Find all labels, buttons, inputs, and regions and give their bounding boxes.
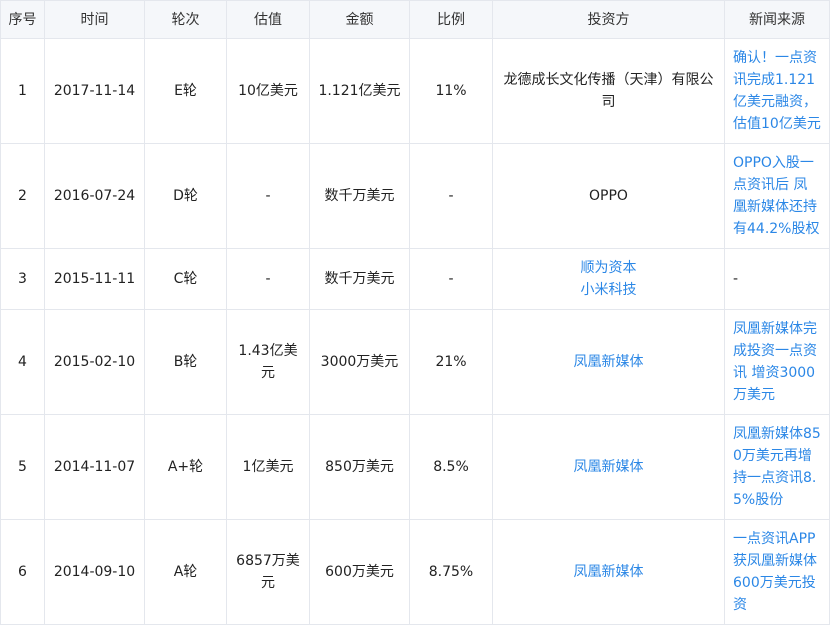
cell-date: 2015-02-10 (44, 309, 145, 415)
cell-amount: 1.121亿美元 (309, 38, 410, 144)
cell-index: 3 (0, 248, 45, 310)
cell-ratio: 11% (409, 38, 493, 144)
col-header-index: 序号 (0, 0, 45, 39)
cell-news: 凤凰新媒体850万美元再增持一点资讯8.5%股份 (724, 414, 830, 520)
cell-valuation: - (226, 248, 310, 310)
cell-valuation: 10亿美元 (226, 38, 310, 144)
cell-index: 4 (0, 309, 45, 415)
col-header-valuation: 估值 (226, 0, 310, 39)
cell-round: C轮 (144, 248, 227, 310)
cell-date: 2016-07-24 (44, 143, 145, 249)
cell-ratio: 21% (409, 309, 493, 415)
cell-index: 5 (0, 414, 45, 520)
investor-link[interactable]: 凤凰新媒体 (500, 561, 717, 583)
cell-amount: 3000万美元 (309, 309, 410, 415)
col-header-amount: 金额 (309, 0, 410, 39)
cell-valuation: 6857万美元 (226, 519, 310, 625)
cell-index: 1 (0, 38, 45, 144)
cell-date: 2014-11-07 (44, 414, 145, 520)
cell-valuation: - (226, 143, 310, 249)
table-row: 2 2016-07-24 D轮 - 数千万美元 - OPPO OPPO入股一点资… (0, 143, 830, 249)
cell-news: - (724, 248, 830, 310)
cell-ratio: - (409, 143, 493, 249)
col-header-news: 新闻来源 (724, 0, 830, 39)
table-header-row: 序号 时间 轮次 估值 金额 比例 投资方 新闻来源 (0, 0, 830, 39)
table-row: 1 2017-11-14 E轮 10亿美元 1.121亿美元 11% 龙德成长文… (0, 38, 830, 144)
table-row: 4 2015-02-10 B轮 1.43亿美元 3000万美元 21% 凤凰新媒… (0, 309, 830, 415)
cell-news: OPPO入股一点资讯后 凤凰新媒体还持有44.2%股权 (724, 143, 830, 249)
funding-table: 序号 时间 轮次 估值 金额 比例 投资方 新闻来源 1 2017-11-14 … (0, 0, 830, 625)
table-body: 1 2017-11-14 E轮 10亿美元 1.121亿美元 11% 龙德成长文… (0, 38, 830, 625)
cell-news: 一点资讯APP获凤凰新媒体600万美元投资 (724, 519, 830, 625)
cell-amount: 600万美元 (309, 519, 410, 625)
investor-link[interactable]: 凤凰新媒体 (500, 456, 717, 478)
cell-news: 凤凰新媒体完成投资一点资讯 增资3000万美元 (724, 309, 830, 415)
investor-link[interactable]: 小米科技 (500, 279, 717, 301)
news-link[interactable]: 凤凰新媒体完成投资一点资讯 增资3000万美元 (733, 318, 821, 406)
cell-valuation: 1.43亿美元 (226, 309, 310, 415)
news-link[interactable]: 凤凰新媒体850万美元再增持一点资讯8.5%股份 (733, 423, 821, 511)
cell-index: 6 (0, 519, 45, 625)
cell-valuation: 1亿美元 (226, 414, 310, 520)
news-text: - (733, 271, 739, 287)
cell-date: 2015-11-11 (44, 248, 145, 310)
col-header-ratio: 比例 (409, 0, 493, 39)
cell-amount: 数千万美元 (309, 143, 410, 249)
cell-round: A轮 (144, 519, 227, 625)
cell-date: 2014-09-10 (44, 519, 145, 625)
cell-index: 2 (0, 143, 45, 249)
table-row: 5 2014-11-07 A+轮 1亿美元 850万美元 8.5% 凤凰新媒体 … (0, 414, 830, 520)
investor-name: 龙德成长文化传播（天津）有限公司 (503, 72, 714, 110)
cell-investors: 顺为资本 小米科技 (492, 248, 725, 310)
cell-round: A+轮 (144, 414, 227, 520)
col-header-date: 时间 (44, 0, 145, 39)
cell-news: 确认！一点资讯完成1.121亿美元融资，估值10亿美元 (724, 38, 830, 144)
cell-round: D轮 (144, 143, 227, 249)
table-row: 3 2015-11-11 C轮 - 数千万美元 - 顺为资本 小米科技 - (0, 248, 830, 310)
cell-amount: 850万美元 (309, 414, 410, 520)
table-row: 6 2014-09-10 A轮 6857万美元 600万美元 8.75% 凤凰新… (0, 519, 830, 625)
col-header-investors: 投资方 (492, 0, 725, 39)
cell-investors: OPPO (492, 143, 725, 249)
cell-investors: 凤凰新媒体 (492, 519, 725, 625)
cell-round: B轮 (144, 309, 227, 415)
cell-investors: 凤凰新媒体 (492, 414, 725, 520)
news-link[interactable]: OPPO入股一点资讯后 凤凰新媒体还持有44.2%股权 (733, 152, 821, 240)
investor-name: OPPO (589, 188, 628, 204)
cell-amount: 数千万美元 (309, 248, 410, 310)
col-header-round: 轮次 (144, 0, 227, 39)
cell-investors: 凤凰新媒体 (492, 309, 725, 415)
news-link[interactable]: 一点资讯APP获凤凰新媒体600万美元投资 (733, 528, 821, 616)
investor-link[interactable]: 凤凰新媒体 (500, 351, 717, 373)
cell-ratio: 8.75% (409, 519, 493, 625)
cell-ratio: - (409, 248, 493, 310)
news-link[interactable]: 确认！一点资讯完成1.121亿美元融资，估值10亿美元 (733, 47, 821, 135)
investor-link[interactable]: 顺为资本 (500, 257, 717, 279)
cell-date: 2017-11-14 (44, 38, 145, 144)
cell-investors: 龙德成长文化传播（天津）有限公司 (492, 38, 725, 144)
cell-round: E轮 (144, 38, 227, 144)
cell-ratio: 8.5% (409, 414, 493, 520)
